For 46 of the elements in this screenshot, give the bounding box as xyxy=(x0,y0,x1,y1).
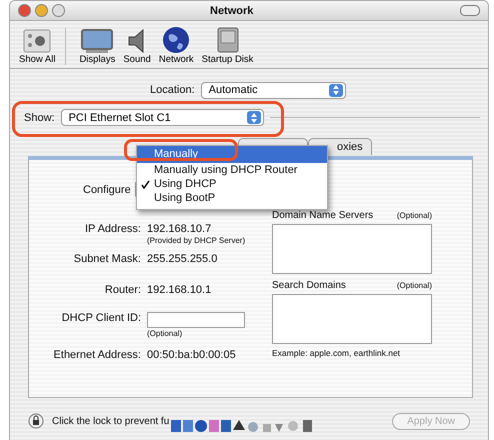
field-value: 00:50:ba:b0:00:05 xyxy=(147,349,236,361)
lock-icon[interactable] xyxy=(28,413,44,429)
dns-text-area[interactable] xyxy=(272,224,432,274)
toolbar-button[interactable]: Sound xyxy=(120,28,154,65)
field-label: Ethernet Address: xyxy=(52,349,142,361)
field-label: DHCP Client ID: xyxy=(60,312,142,324)
menu-item[interactable]: Manually xyxy=(137,146,327,163)
location-popup[interactable]: Automatic xyxy=(200,82,346,98)
example-text: Example: apple.com, earthlink.net xyxy=(272,348,402,358)
menu-item[interactable]: Using DHCP xyxy=(137,177,327,191)
field-value: 255.255.255.0 xyxy=(147,253,218,265)
toolbar-button[interactable]: Startup Disk xyxy=(198,26,256,65)
dns-label: Domain Name Servers xyxy=(272,210,374,221)
close-button[interactable] xyxy=(18,4,31,17)
checkmark-icon xyxy=(141,180,150,192)
minimize-button[interactable] xyxy=(35,4,48,17)
zoom-button[interactable] xyxy=(52,4,65,17)
lock-text: Click the lock to prevent fu xyxy=(52,416,170,426)
location-label: Location: xyxy=(150,84,195,96)
toolbar-button[interactable]: Show All xyxy=(16,28,66,65)
field-label: Router: xyxy=(104,284,142,296)
field-value: 192.168.10.1 xyxy=(147,284,212,296)
field-note: (Optional) xyxy=(147,329,184,338)
toolbar-toggle-button[interactable] xyxy=(460,5,480,16)
search-domains-label: Search Domains xyxy=(272,280,346,291)
optional-note: (Optional) xyxy=(396,281,432,290)
field-note: (Provided by DHCP Server) xyxy=(147,236,246,245)
monitor-icon xyxy=(80,28,114,54)
window-title: Network xyxy=(210,4,254,16)
show-popup[interactable]: PCI Ethernet Slot C1 xyxy=(60,109,264,126)
client-id-field[interactable] xyxy=(147,312,245,328)
field-value: 192.168.10.7 xyxy=(147,223,212,235)
search-domains-text-area[interactable] xyxy=(272,294,432,344)
toolbar-button[interactable]: Network xyxy=(156,26,197,65)
popup-arrows-icon xyxy=(328,84,343,96)
field-label: IP Address: xyxy=(84,223,142,235)
grid-icon xyxy=(22,28,52,54)
globe-icon xyxy=(162,26,190,54)
show-label: Show: xyxy=(24,112,55,124)
menu-item[interactable]: Using BootP xyxy=(137,191,327,205)
configure-label: Configure xyxy=(83,184,131,196)
field-label: Subnet Mask: xyxy=(72,253,142,265)
menu-item[interactable]: Manually using DHCP Router xyxy=(137,163,327,177)
optional-note: (Optional) xyxy=(396,211,432,220)
toolbar-button[interactable]: Displays xyxy=(76,28,118,65)
popup-arrows-icon xyxy=(246,111,261,124)
